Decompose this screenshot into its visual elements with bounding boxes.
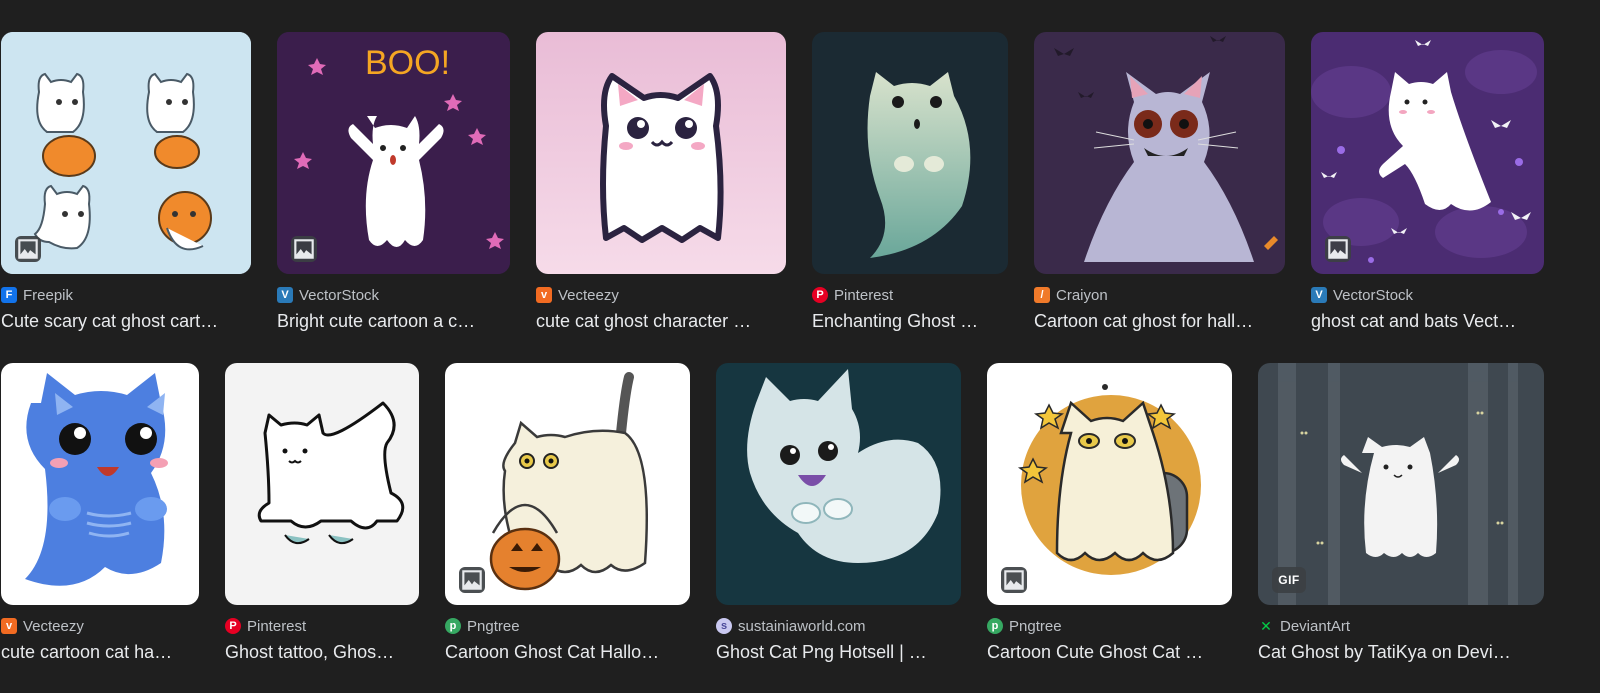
- image-icon: [1001, 567, 1027, 593]
- image-icon: [459, 567, 485, 593]
- deviantart-favicon: ✕: [1260, 617, 1272, 634]
- result-card[interactable]: P Pinterest Enchanting Ghost …: [812, 32, 1008, 332]
- result-source[interactable]: Craiyon: [1056, 287, 1108, 304]
- ghost-cat-pink-image: [536, 32, 786, 274]
- image-icon: [15, 236, 41, 262]
- result-thumbnail[interactable]: [987, 363, 1232, 605]
- pngtree-favicon: p: [445, 618, 461, 634]
- result-title[interactable]: cute cat ghost character …: [536, 311, 786, 332]
- image-icon: [291, 236, 317, 262]
- result-thumbnail[interactable]: [225, 363, 419, 605]
- result-card[interactable]: GIF ✕ DeviantArt Cat Ghost by TatiKya on …: [1258, 363, 1544, 663]
- result-title[interactable]: Cartoon Cute Ghost Cat …: [987, 642, 1232, 663]
- result-source[interactable]: Freepik: [23, 287, 73, 304]
- result-title[interactable]: Bright cute cartoon a c…: [277, 311, 510, 332]
- result-title[interactable]: Cute scary cat ghost cart…: [1, 311, 251, 332]
- result-title[interactable]: Cat Ghost by TatiKya on Devi…: [1258, 642, 1544, 663]
- result-thumbnail[interactable]: [1034, 32, 1285, 274]
- result-source[interactable]: Vecteezy: [558, 287, 619, 304]
- result-title[interactable]: cute cartoon cat ha…: [1, 642, 199, 663]
- result-thumbnail[interactable]: GIF: [1258, 363, 1544, 605]
- result-source[interactable]: VectorStock: [1333, 287, 1413, 304]
- result-thumbnail[interactable]: [1, 32, 251, 274]
- result-source[interactable]: Pngtree: [467, 618, 520, 635]
- result-card[interactable]: s sustainiaworld.com Ghost Cat Png Hotsel…: [716, 363, 961, 663]
- result-title[interactable]: Ghost tattoo, Ghos…: [225, 642, 419, 663]
- result-source[interactable]: sustainiaworld.com: [738, 618, 866, 635]
- result-card[interactable]: BOO! V VectorStock Bright cute cartoon a …: [277, 32, 510, 332]
- craiyon-favicon: /: [1034, 287, 1050, 303]
- result-source[interactable]: Pinterest: [834, 287, 893, 304]
- result-card[interactable]: F Freepik Cute scary cat ghost cart…: [1, 32, 251, 332]
- result-source[interactable]: Pinterest: [247, 618, 306, 635]
- ghost-cat-tattoo-image: [225, 363, 419, 605]
- pngtree-favicon: p: [987, 618, 1003, 634]
- result-card[interactable]: v Vecteezy cute cartoon cat ha…: [1, 363, 199, 663]
- ghost-cat-teal-image: [716, 363, 961, 605]
- ghost-cat-blue-image: [1, 363, 199, 605]
- result-thumbnail[interactable]: BOO!: [277, 32, 510, 274]
- result-card[interactable]: p Pngtree Cartoon Cute Ghost Cat …: [987, 363, 1232, 663]
- result-source[interactable]: Pngtree: [1009, 618, 1062, 635]
- result-card[interactable]: p Pngtree Cartoon Ghost Cat Hallo…: [445, 363, 690, 663]
- result-title[interactable]: Enchanting Ghost …: [812, 311, 1008, 332]
- boo-text: BOO!: [365, 44, 450, 82]
- gif-badge: GIF: [1272, 567, 1306, 593]
- result-card[interactable]: v Vecteezy cute cat ghost character …: [536, 32, 786, 332]
- vectorstock-favicon: V: [1311, 287, 1327, 303]
- result-thumbnail[interactable]: [1, 363, 199, 605]
- image-icon: [1325, 236, 1351, 262]
- ghost-cat-green-image: [812, 32, 1008, 274]
- pinterest-favicon: P: [812, 287, 828, 303]
- result-title[interactable]: ghost cat and bats Vect…: [1311, 311, 1544, 332]
- vecteezy-favicon: v: [1, 618, 17, 634]
- result-thumbnail[interactable]: [716, 363, 961, 605]
- result-title[interactable]: Cartoon Ghost Cat Hallo…: [445, 642, 690, 663]
- vecteezy-favicon: v: [536, 287, 552, 303]
- result-source[interactable]: VectorStock: [299, 287, 379, 304]
- freepik-favicon: F: [1, 287, 17, 303]
- result-title[interactable]: Ghost Cat Png Hotsell | …: [716, 642, 961, 663]
- result-source[interactable]: Vecteezy: [23, 618, 84, 635]
- result-title[interactable]: Cartoon cat ghost for hall…: [1034, 311, 1285, 332]
- result-thumbnail[interactable]: [445, 363, 690, 605]
- result-card[interactable]: P Pinterest Ghost tattoo, Ghos…: [225, 363, 419, 663]
- pinterest-favicon: P: [225, 618, 241, 634]
- result-thumbnail[interactable]: [536, 32, 786, 274]
- vectorstock-favicon: V: [277, 287, 293, 303]
- result-card[interactable]: V VectorStock ghost cat and bats Vect…: [1311, 32, 1544, 332]
- result-thumbnail[interactable]: [812, 32, 1008, 274]
- ghost-cat-spooky-image: [1034, 32, 1285, 274]
- sustainiaworld-favicon: s: [716, 618, 732, 634]
- result-thumbnail[interactable]: [1311, 32, 1544, 274]
- result-card[interactable]: / Craiyon Cartoon cat ghost for hall…: [1034, 32, 1285, 332]
- result-source[interactable]: DeviantArt: [1280, 618, 1350, 635]
